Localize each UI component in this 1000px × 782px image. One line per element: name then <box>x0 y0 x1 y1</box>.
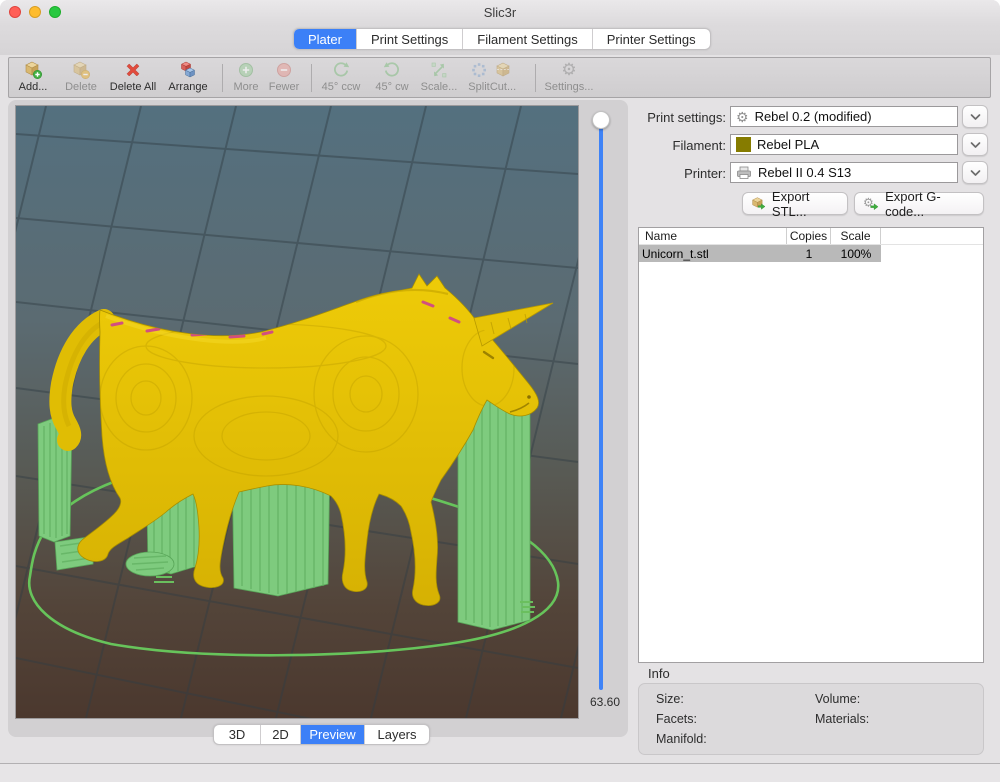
filament-color-swatch <box>736 137 751 152</box>
rotate-cw-icon <box>382 59 402 80</box>
print-settings-dropdown-button[interactable] <box>962 105 988 128</box>
export-stl-icon <box>751 195 767 213</box>
toolbar-separator <box>222 64 223 92</box>
info-size-label: Size: <box>656 692 684 706</box>
tab-print-settings[interactable]: Print Settings <box>357 29 463 49</box>
export-stl-button[interactable]: Export STL... <box>742 192 848 215</box>
column-header-copies[interactable]: Copies <box>787 228 831 244</box>
info-volume-label: Volume: <box>815 692 860 706</box>
titlebar: Slic3r <box>0 0 1000 24</box>
chevron-down-icon <box>970 141 981 149</box>
more-icon <box>236 59 256 80</box>
layer-slider-knob[interactable] <box>592 111 610 129</box>
arrange-button[interactable]: Arrange <box>160 59 216 97</box>
fewer-button[interactable]: Fewer <box>263 59 305 97</box>
filament-label: Filament: <box>630 138 726 153</box>
cut-button[interactable]: Cut... <box>483 59 523 97</box>
close-button[interactable] <box>9 6 21 18</box>
filament-dropdown-button[interactable] <box>962 133 988 156</box>
export-gcode-icon: ⚙ <box>863 195 880 213</box>
info-facets-label: Facets: <box>656 712 697 726</box>
printer-label: Printer: <box>630 166 726 181</box>
status-bar <box>0 763 1000 782</box>
settings-button[interactable]: ⚙ Settings... <box>538 59 600 97</box>
scale-button[interactable]: Scale... <box>416 59 462 97</box>
object-list: Name Copies Scale Unicorn_t.stl 1 100% <box>638 227 984 663</box>
tab-filament-settings[interactable]: Filament Settings <box>463 29 592 49</box>
scale-icon <box>429 59 449 80</box>
add-button[interactable]: Add... <box>11 59 55 97</box>
rotate-ccw-icon <box>331 59 351 80</box>
delete-button[interactable]: Delete <box>58 59 104 97</box>
cell-scale: 100% <box>831 245 881 262</box>
printer-dropdown-button[interactable] <box>962 161 988 184</box>
gear-icon: ⚙ <box>736 108 749 126</box>
info-box: Size: Facets: Manifold: Volume: Material… <box>638 683 984 755</box>
delete-all-icon <box>123 59 143 80</box>
main-tabstrip: Plater Print Settings Filament Settings … <box>0 24 1000 55</box>
slic3r-window: Slic3r Plater Print Settings Filament Se… <box>0 0 1000 782</box>
chevron-down-icon <box>970 113 981 121</box>
box-add-icon <box>23 59 43 80</box>
zoom-button[interactable] <box>49 6 61 18</box>
info-materials-label: Materials: <box>815 712 869 726</box>
box-delete-icon <box>71 59 91 80</box>
cell-name: Unicorn_t.stl <box>639 245 787 262</box>
view-mode-tabs: 3D 2D Preview Layers <box>213 724 430 745</box>
preview-3d-canvas[interactable] <box>16 106 578 718</box>
tab-3d-view[interactable]: 3D <box>214 725 261 744</box>
more-button[interactable]: More <box>227 59 265 97</box>
toolbar-separator <box>535 64 536 92</box>
column-header-filler <box>881 228 983 244</box>
column-header-scale[interactable]: Scale <box>831 228 881 244</box>
traffic-lights <box>9 6 61 18</box>
delete-all-button[interactable]: Delete All <box>100 59 166 97</box>
cut-icon <box>493 59 513 80</box>
info-manifold-label: Manifold: <box>656 732 707 746</box>
chevron-down-icon <box>970 169 981 177</box>
tab-plater[interactable]: Plater <box>294 29 357 49</box>
rotate-cw-button[interactable]: 45° cw <box>368 59 416 97</box>
printer-combo[interactable]: Rebel II 0.4 S13 <box>730 162 958 183</box>
preview-panel: 63.60 <box>8 100 628 737</box>
toolbar: Add... Delete Delete All Arrange More <box>8 57 991 98</box>
arrange-icon <box>178 59 198 80</box>
print-settings-label: Print settings: <box>630 110 726 125</box>
print-settings-combo[interactable]: ⚙ Rebel 0.2 (modified) <box>730 106 958 127</box>
window-title: Slic3r <box>484 5 517 20</box>
tab-printer-settings[interactable]: Printer Settings <box>593 29 710 49</box>
cell-copies: 1 <box>787 245 831 262</box>
column-header-name[interactable]: Name <box>639 228 787 244</box>
filament-combo[interactable]: Rebel PLA <box>730 134 958 155</box>
layer-slider-track[interactable] <box>599 116 603 690</box>
toolbar-separator <box>311 64 312 92</box>
export-gcode-button[interactable]: ⚙ Export G-code... <box>854 192 984 215</box>
tab-layers-view[interactable]: Layers <box>365 725 429 744</box>
minimize-button[interactable] <box>29 6 41 18</box>
rotate-ccw-button[interactable]: 45° ccw <box>315 59 367 97</box>
tab-2d-view[interactable]: 2D <box>261 725 301 744</box>
printer-icon <box>736 166 752 180</box>
table-row[interactable]: Unicorn_t.stl 1 100% <box>639 245 983 262</box>
layer-height-value: 63.60 <box>568 695 620 709</box>
info-group-title: Info <box>648 666 670 681</box>
main-tabs: Plater Print Settings Filament Settings … <box>293 28 711 50</box>
tab-preview-view[interactable]: Preview <box>301 725 365 744</box>
settings-icon: ⚙ <box>561 59 576 80</box>
fewer-icon <box>274 59 294 80</box>
object-list-header: Name Copies Scale <box>639 228 983 245</box>
